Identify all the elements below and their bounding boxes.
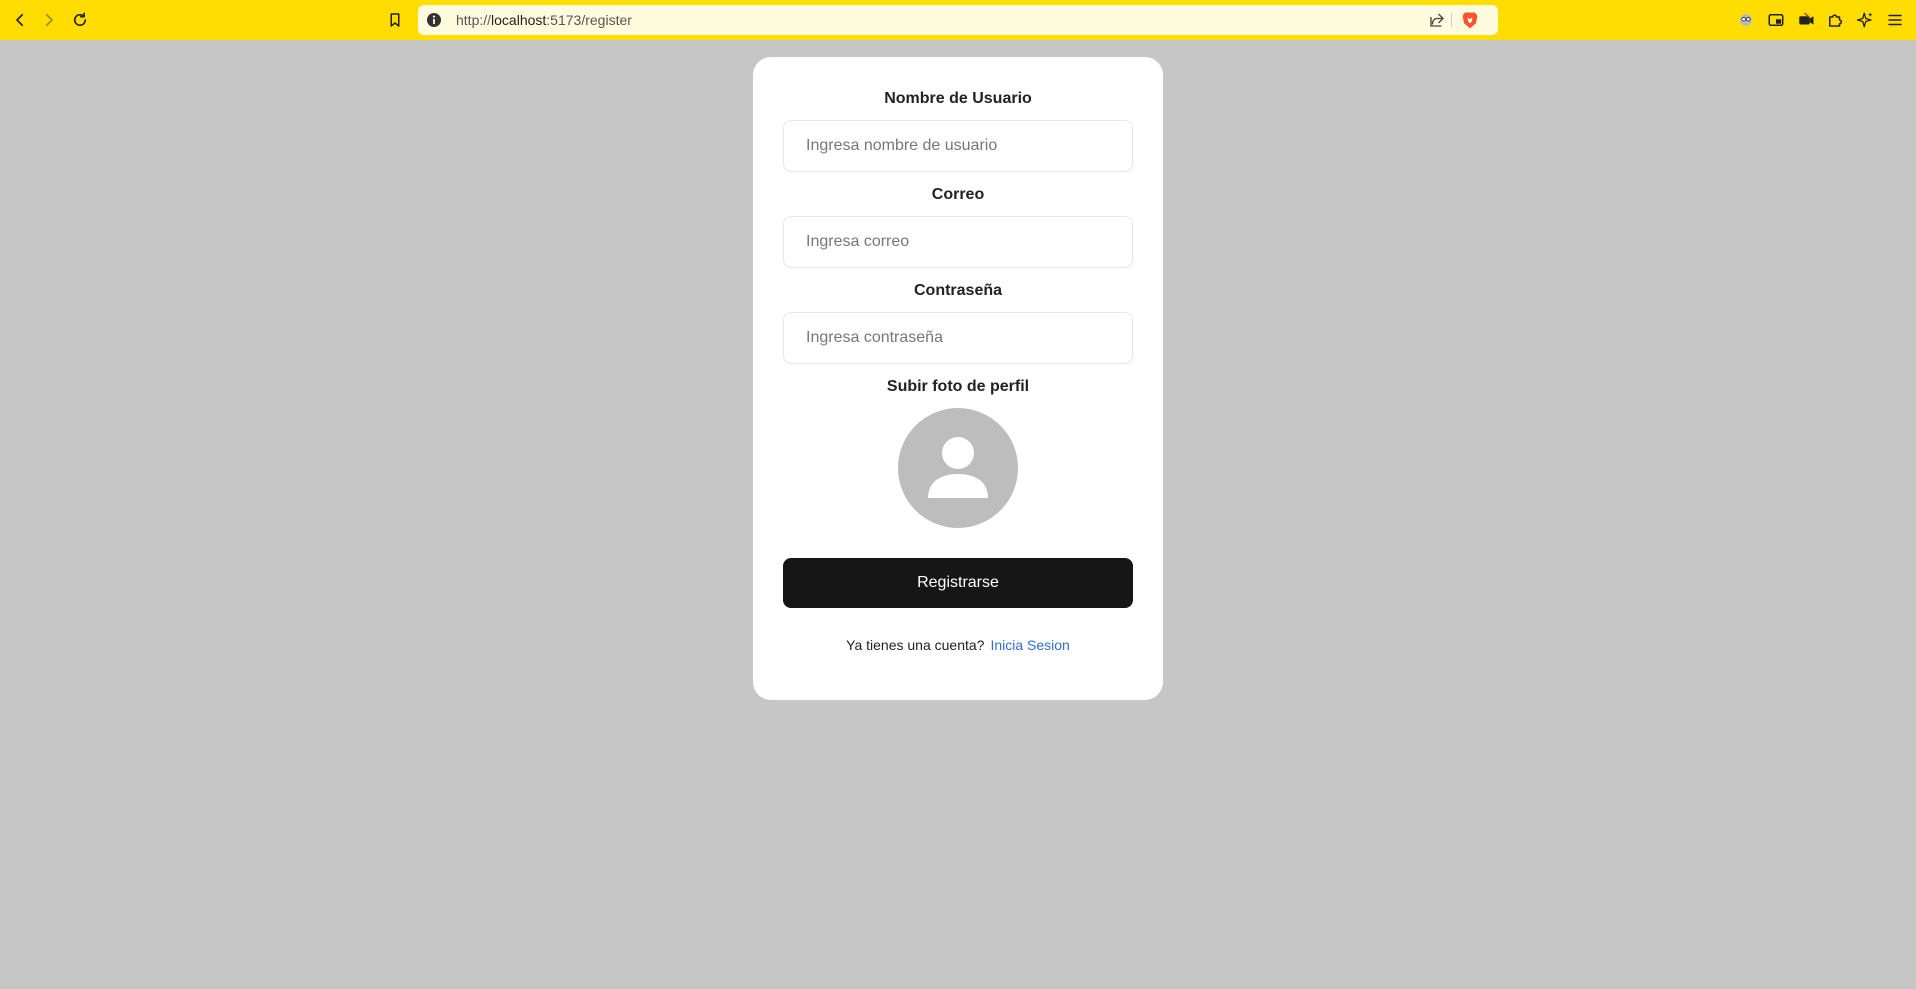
register-button[interactable]: Registrarse [783,558,1133,608]
url-separator [1451,13,1452,27]
puzzle-icon[interactable] [1823,8,1847,32]
sparkle-icon[interactable] [1853,8,1877,32]
username-input[interactable] [783,120,1133,172]
photo-label: Subir foto de perfil [886,378,1030,395]
url-host: localhost [491,12,547,28]
login-prompt-text: Ya tienes una cuenta? [846,637,985,653]
login-link[interactable]: Inicia Sesion [990,637,1069,653]
user-placeholder-icon [928,437,988,498]
bookmark-icon[interactable] [383,8,407,32]
password-input[interactable] [783,312,1133,364]
share-icon[interactable] [1428,11,1446,29]
camera-extension-icon[interactable] [1794,8,1818,32]
avatar-upload[interactable] [898,408,1018,528]
register-card: Nombre de Usuario Correo Contraseña Subi… [753,57,1163,700]
reload-icon[interactable] [68,8,92,32]
browser-toolbar: http://localhost:5173/register [0,0,1916,40]
back-arrow-icon[interactable] [8,8,32,32]
url-path: :5173/register [546,12,632,28]
password-label: Contraseña [913,282,1003,299]
brave-shield-icon[interactable] [1460,10,1480,30]
menu-icon[interactable] [1883,8,1907,32]
login-prompt: Ya tienes una cuenta? Inicia Sesion [753,637,1163,653]
url-text[interactable]: http://localhost:5173/register [456,5,632,35]
address-bar[interactable]: http://localhost:5173/register [418,5,1498,35]
info-icon[interactable] [426,12,442,28]
email-input[interactable] [783,216,1133,268]
pip-icon[interactable] [1764,8,1788,32]
forward-arrow-icon[interactable] [37,8,61,32]
glasses-extension-icon[interactable] [1734,8,1758,32]
email-label: Correo [931,186,985,203]
username-label: Nombre de Usuario [884,90,1032,107]
url-prefix: http:// [456,12,492,28]
